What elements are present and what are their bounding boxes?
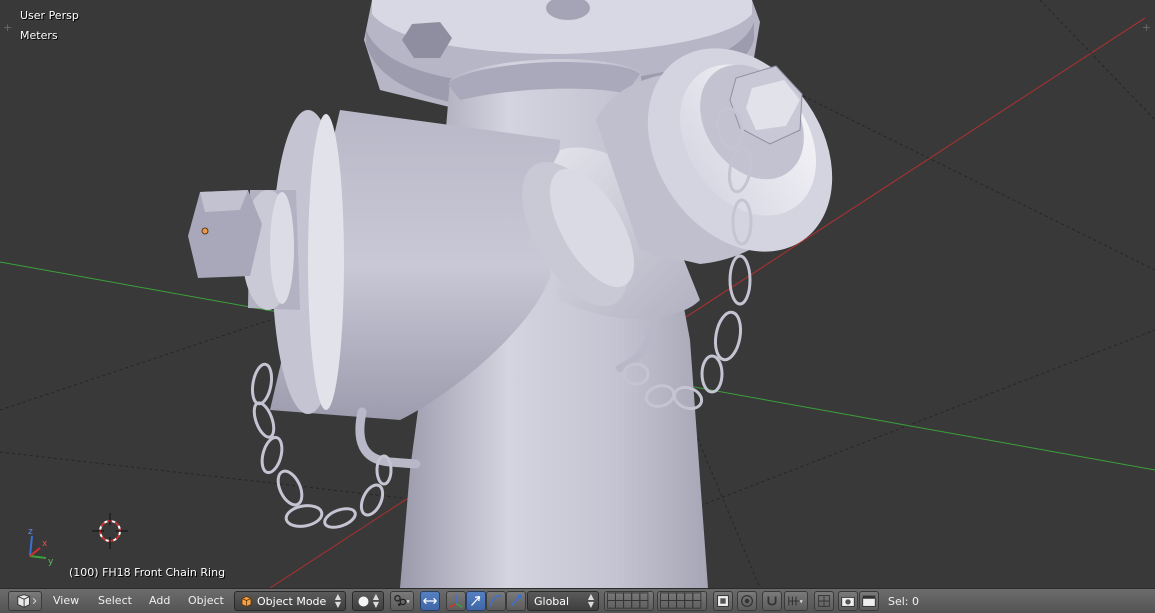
clapperboard-icon — [862, 595, 876, 607]
3d-cursor-icon — [92, 513, 128, 549]
active-object-info: (100) FH18 Front Chain Ring — [69, 566, 226, 579]
opengl-render-button[interactable] — [838, 591, 858, 611]
units-label: Meters — [20, 29, 58, 42]
menu-object[interactable]: Object — [188, 594, 224, 607]
opengl-render-animation-button[interactable] — [859, 591, 879, 611]
snap-target-icon — [818, 595, 830, 607]
viewport-scene: z y x — [0, 0, 1155, 588]
selection-status: Sel: 0 — [888, 595, 920, 608]
image-icon — [717, 595, 729, 607]
layers-group-2[interactable] — [657, 591, 707, 611]
snap-toggle-button[interactable] — [762, 591, 782, 611]
mode-dropdown[interactable]: Object Mode ▲ ▼ — [234, 591, 346, 611]
translate-manipulator-button[interactable] — [446, 591, 466, 611]
pivot-median-icon: ▾ — [394, 594, 411, 606]
region-expand-icon[interactable]: + — [1142, 21, 1151, 34]
rotate-curve-icon — [489, 594, 502, 607]
rotate-arc-icon — [471, 595, 481, 606]
translate-axis-icon — [449, 594, 463, 608]
snap-increment-icon: ▾ — [788, 596, 804, 606]
magnet-icon — [767, 596, 777, 606]
manipulator-toggle[interactable] — [420, 591, 440, 611]
menu-select[interactable]: Select — [98, 594, 132, 607]
3d-view-cube-icon — [17, 594, 37, 608]
layer-grid-icon — [606, 592, 649, 609]
proportional-editing-button[interactable] — [737, 591, 757, 611]
proportional-circle-icon — [740, 594, 754, 608]
editor-type-button[interactable] — [8, 591, 42, 611]
svg-text:▾: ▾ — [800, 599, 804, 606]
dropdown-arrows-icon: ▲ ▼ — [372, 592, 379, 609]
layers-group-1[interactable] — [604, 591, 654, 611]
axis-gizmo-icon: z y x — [28, 527, 54, 567]
snap-target-button[interactable] — [814, 591, 834, 611]
snap-element-dropdown[interactable]: ▾ — [784, 591, 808, 611]
rotate-tool-button[interactable] — [486, 591, 506, 611]
svg-text:z: z — [28, 527, 33, 537]
transform-orientation-dropdown[interactable]: Global ▲ ▼ — [527, 591, 599, 611]
3d-view-header: View Select Add Object Object Mode ▲ ▼ ▲ ▼… — [0, 588, 1155, 613]
menu-add[interactable]: Add — [149, 594, 170, 607]
dropdown-arrows-icon: ▲ ▼ — [587, 592, 594, 609]
object-cube-icon — [241, 596, 252, 607]
svg-text:y: y — [48, 557, 54, 567]
region-expand-icon[interactable]: + — [3, 21, 12, 34]
pivot-point-dropdown[interactable]: ▾ — [390, 591, 414, 611]
layer-grid-icon — [659, 592, 702, 609]
menu-view[interactable]: View — [53, 594, 79, 607]
dropdown-arrows-icon: ▲ ▼ — [334, 592, 341, 609]
solid-sphere-icon — [358, 596, 369, 607]
hydrant-model[interactable] — [188, 0, 870, 588]
3d-viewport[interactable]: z y x User Persp Meters (100) FH18 Front… — [0, 0, 1155, 588]
rotate-manipulator-button[interactable] — [466, 591, 486, 611]
viewport-shading-dropdown[interactable]: ▲ ▼ — [352, 591, 384, 611]
svg-text:x: x — [42, 539, 48, 549]
camera-icon — [841, 596, 855, 607]
scale-arrow-icon — [510, 594, 522, 606]
scale-manipulator-button[interactable] — [506, 591, 526, 611]
manipulator-arrows-icon — [423, 597, 437, 605]
svg-text:▾: ▾ — [407, 599, 411, 606]
lock-camera-button[interactable] — [713, 591, 733, 611]
transform-orientation-label: Global — [534, 595, 570, 608]
mode-label: Object Mode — [257, 595, 327, 608]
blender-window: z y x User Persp Meters (100) FH18 Front… — [0, 0, 1155, 613]
view-mode-label: User Persp — [20, 9, 79, 22]
